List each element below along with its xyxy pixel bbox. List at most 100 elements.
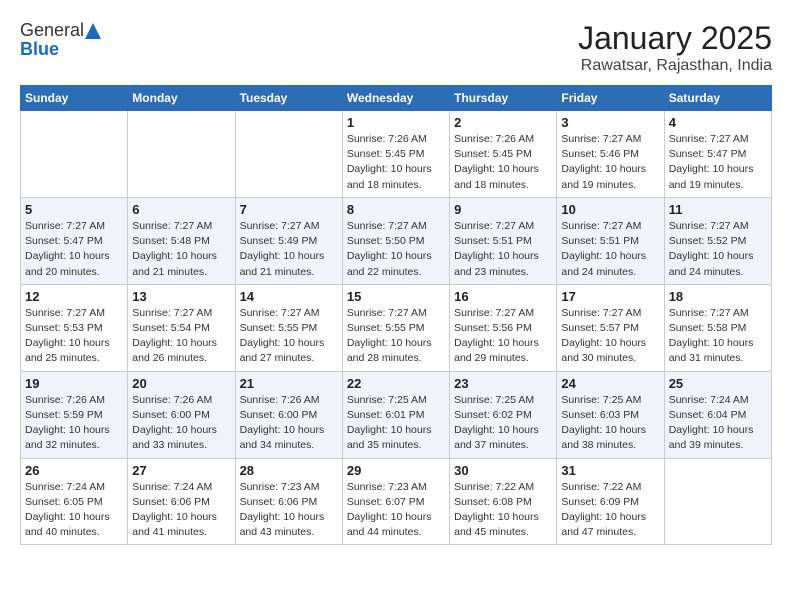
day-number: 17 (561, 289, 659, 304)
title-area: January 2025 Rawatsar, Rajasthan, India (578, 20, 772, 75)
calendar-cell: 14Sunrise: 7:27 AM Sunset: 5:55 PM Dayli… (235, 284, 342, 371)
calendar-cell: 18 Sunrise: 7:27 AM Sunset: 5:58 PM Dayli… (664, 284, 771, 371)
calendar-cell: 5 Sunrise: 7:27 AM Sunset: 5:47 PM Daylig… (21, 197, 128, 284)
day-number: 8 (347, 202, 445, 217)
calendar-cell: 22 Sunrise: 7:25 AM Sunset: 6:01 PM Dayli… (342, 371, 449, 458)
day-info: Sunrise: 7:27 AM Sunset: 5:48 PM Dayligh… (132, 219, 230, 280)
calendar-week-4: 19 Sunrise: 7:26 AM Sunset: 5:59 PM Dayli… (21, 371, 772, 458)
day-info: Sunrise: 7:23 AM Sunset: 6:07 PM Dayligh… (347, 480, 445, 541)
day-number: 12 (25, 289, 123, 304)
day-number: 13 (132, 289, 230, 304)
calendar-cell: 12 Sunrise: 7:27 AM Sunset: 5:53 PM Dayli… (21, 284, 128, 371)
day-info: Sunrise: 7:27 AM Sunset: 5:58 PM Dayligh… (669, 306, 767, 367)
day-number: 19 (25, 376, 123, 391)
day-info: Sunrise: 7:27 AM Sunset: 5:51 PM Dayligh… (454, 219, 552, 280)
calendar-cell (664, 458, 771, 545)
calendar-cell (21, 111, 128, 198)
calendar-cell: 19 Sunrise: 7:26 AM Sunset: 5:59 PM Dayli… (21, 371, 128, 458)
col-header-sunday: Sunday (21, 86, 128, 111)
day-info: Sunrise: 7:26 AM Sunset: 6:00 PM Dayligh… (132, 393, 230, 454)
day-info: Sunrise: 7:25 AM Sunset: 6:02 PM Dayligh… (454, 393, 552, 454)
col-header-saturday: Saturday (664, 86, 771, 111)
day-number: 21 (240, 376, 338, 391)
day-number: 20 (132, 376, 230, 391)
day-number: 11 (669, 202, 767, 217)
day-number: 14 (240, 289, 338, 304)
col-header-friday: Friday (557, 86, 664, 111)
day-info: Sunrise: 7:27 AM Sunset: 5:56 PM Dayligh… (454, 306, 552, 367)
day-number: 18 (669, 289, 767, 304)
col-header-thursday: Thursday (450, 86, 557, 111)
day-info: Sunrise: 7:27 AM Sunset: 5:47 PM Dayligh… (669, 132, 767, 193)
day-info: Sunrise: 7:27 AM Sunset: 5:49 PM Dayligh… (240, 219, 338, 280)
day-number: 5 (25, 202, 123, 217)
day-info: Sunrise: 7:26 AM Sunset: 5:59 PM Dayligh… (25, 393, 123, 454)
day-info: Sunrise: 7:27 AM Sunset: 5:55 PM Dayligh… (347, 306, 445, 367)
day-info: Sunrise: 7:27 AM Sunset: 5:46 PM Dayligh… (561, 132, 659, 193)
day-number: 30 (454, 463, 552, 478)
calendar-cell: 27 Sunrise: 7:24 AM Sunset: 6:06 PM Dayli… (128, 458, 235, 545)
day-number: 31 (561, 463, 659, 478)
day-number: 2 (454, 115, 552, 130)
calendar-cell: 21 Sunrise: 7:26 AM Sunset: 6:00 PM Dayli… (235, 371, 342, 458)
logo: General Blue (20, 20, 101, 60)
day-info: Sunrise: 7:27 AM Sunset: 5:50 PM Dayligh… (347, 219, 445, 280)
day-number: 23 (454, 376, 552, 391)
day-info: Sunrise: 7:27 AM Sunset: 5:53 PM Dayligh… (25, 306, 123, 367)
page-header: General Blue January 2025 Rawatsar, Raja… (20, 20, 772, 75)
calendar-cell: 16Sunrise: 7:27 AM Sunset: 5:56 PM Dayli… (450, 284, 557, 371)
calendar-cell: 6 Sunrise: 7:27 AM Sunset: 5:48 PM Daylig… (128, 197, 235, 284)
day-info: Sunrise: 7:23 AM Sunset: 6:06 PM Dayligh… (240, 480, 338, 541)
calendar-header-row: SundayMondayTuesdayWednesdayThursdayFrid… (21, 86, 772, 111)
calendar-cell: 26Sunrise: 7:24 AM Sunset: 6:05 PM Dayli… (21, 458, 128, 545)
calendar-cell: 10Sunrise: 7:27 AM Sunset: 5:51 PM Dayli… (557, 197, 664, 284)
day-number: 24 (561, 376, 659, 391)
calendar-cell: 17 Sunrise: 7:27 AM Sunset: 5:57 PM Dayli… (557, 284, 664, 371)
logo-blue-text: Blue (20, 39, 59, 60)
month-title: January 2025 (578, 20, 772, 57)
calendar-cell: 31Sunrise: 7:22 AM Sunset: 6:09 PM Dayli… (557, 458, 664, 545)
calendar-cell: 13Sunrise: 7:27 AM Sunset: 5:54 PM Dayli… (128, 284, 235, 371)
day-info: Sunrise: 7:24 AM Sunset: 6:06 PM Dayligh… (132, 480, 230, 541)
day-number: 25 (669, 376, 767, 391)
calendar-cell (235, 111, 342, 198)
col-header-tuesday: Tuesday (235, 86, 342, 111)
calendar-cell: 11Sunrise: 7:27 AM Sunset: 5:52 PM Dayli… (664, 197, 771, 284)
calendar-cell: 8 Sunrise: 7:27 AM Sunset: 5:50 PM Daylig… (342, 197, 449, 284)
calendar-cell: 23 Sunrise: 7:25 AM Sunset: 6:02 PM Dayli… (450, 371, 557, 458)
calendar-cell: 25 Sunrise: 7:24 AM Sunset: 6:04 PM Dayli… (664, 371, 771, 458)
day-info: Sunrise: 7:26 AM Sunset: 5:45 PM Dayligh… (347, 132, 445, 193)
day-number: 3 (561, 115, 659, 130)
day-info: Sunrise: 7:27 AM Sunset: 5:47 PM Dayligh… (25, 219, 123, 280)
day-number: 4 (669, 115, 767, 130)
calendar-week-5: 26Sunrise: 7:24 AM Sunset: 6:05 PM Dayli… (21, 458, 772, 545)
day-info: Sunrise: 7:27 AM Sunset: 5:57 PM Dayligh… (561, 306, 659, 367)
calendar-cell: 2Sunrise: 7:26 AM Sunset: 5:45 PM Daylig… (450, 111, 557, 198)
calendar-table: SundayMondayTuesdayWednesdayThursdayFrid… (20, 85, 772, 545)
calendar-week-3: 12 Sunrise: 7:27 AM Sunset: 5:53 PM Dayli… (21, 284, 772, 371)
day-info: Sunrise: 7:26 AM Sunset: 6:00 PM Dayligh… (240, 393, 338, 454)
calendar-cell: 24Sunrise: 7:25 AM Sunset: 6:03 PM Dayli… (557, 371, 664, 458)
day-number: 27 (132, 463, 230, 478)
day-info: Sunrise: 7:25 AM Sunset: 6:01 PM Dayligh… (347, 393, 445, 454)
day-number: 15 (347, 289, 445, 304)
calendar-cell: 28Sunrise: 7:23 AM Sunset: 6:06 PM Dayli… (235, 458, 342, 545)
day-info: Sunrise: 7:27 AM Sunset: 5:51 PM Dayligh… (561, 219, 659, 280)
calendar-cell: 7 Sunrise: 7:27 AM Sunset: 5:49 PM Daylig… (235, 197, 342, 284)
day-number: 6 (132, 202, 230, 217)
location: Rawatsar, Rajasthan, India (578, 57, 772, 75)
calendar-week-1: 1 Sunrise: 7:26 AM Sunset: 5:45 PM Daylig… (21, 111, 772, 198)
calendar-cell: 30Sunrise: 7:22 AM Sunset: 6:08 PM Dayli… (450, 458, 557, 545)
day-info: Sunrise: 7:24 AM Sunset: 6:04 PM Dayligh… (669, 393, 767, 454)
day-number: 26 (25, 463, 123, 478)
day-number: 7 (240, 202, 338, 217)
logo-arrow-icon (85, 23, 101, 39)
day-number: 22 (347, 376, 445, 391)
logo-general-text: General (20, 20, 84, 41)
calendar-cell (128, 111, 235, 198)
day-number: 1 (347, 115, 445, 130)
calendar-cell: 3 Sunrise: 7:27 AM Sunset: 5:46 PM Daylig… (557, 111, 664, 198)
calendar-cell: 4 Sunrise: 7:27 AM Sunset: 5:47 PM Daylig… (664, 111, 771, 198)
calendar-cell: 15 Sunrise: 7:27 AM Sunset: 5:55 PM Dayli… (342, 284, 449, 371)
calendar-cell: 9Sunrise: 7:27 AM Sunset: 5:51 PM Daylig… (450, 197, 557, 284)
